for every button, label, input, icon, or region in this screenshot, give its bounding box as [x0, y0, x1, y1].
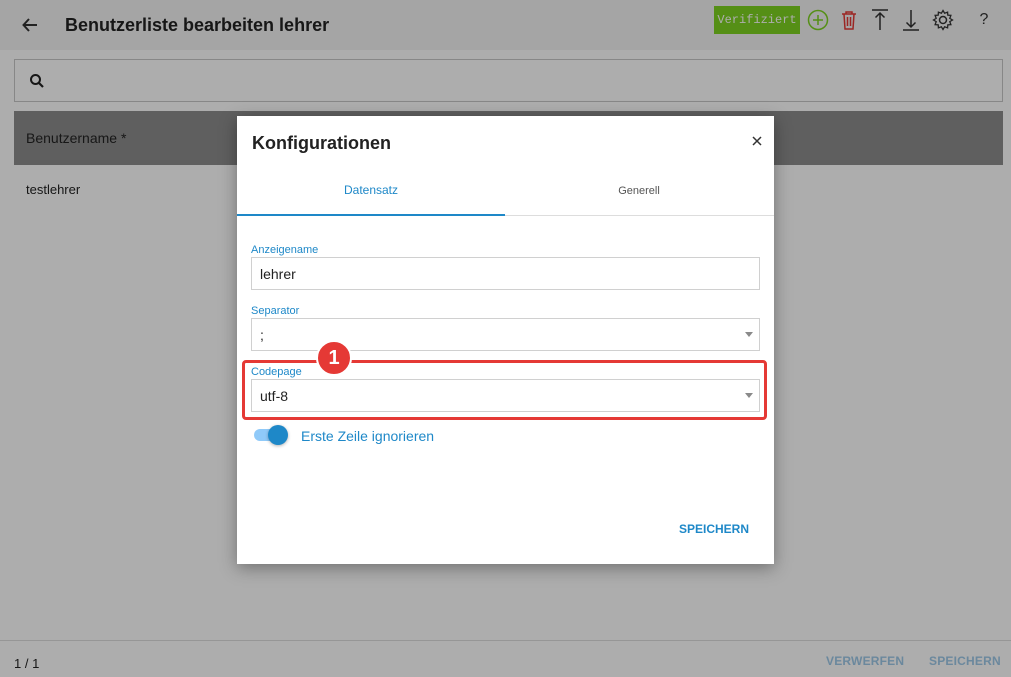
separator-label: Separator: [251, 305, 300, 317]
close-button[interactable]: [748, 132, 766, 150]
dialog-save-button[interactable]: SPEICHERN: [679, 522, 749, 536]
dialog-tabs: Datensatz Generell: [237, 166, 774, 216]
step-marker: 1: [316, 340, 352, 376]
display-name-label: Anzeigename: [251, 244, 319, 256]
tab-generell[interactable]: Generell: [505, 166, 773, 216]
toggle-thumb: [268, 425, 288, 445]
close-icon: [752, 136, 762, 146]
display-name-value: lehrer: [260, 265, 296, 282]
configuration-dialog: Konfigurationen Datensatz Generell Anzei…: [237, 116, 774, 564]
display-name-field[interactable]: lehrer: [251, 257, 760, 290]
tab-datensatz[interactable]: Datensatz: [237, 166, 505, 216]
dialog-title: Konfigurationen: [252, 133, 391, 153]
ignore-first-row-label: Erste Zeile ignorieren: [301, 428, 435, 444]
chevron-down-icon: [745, 332, 753, 337]
separator-value: ;: [260, 326, 264, 343]
ignore-first-row-toggle[interactable]: [254, 425, 288, 445]
